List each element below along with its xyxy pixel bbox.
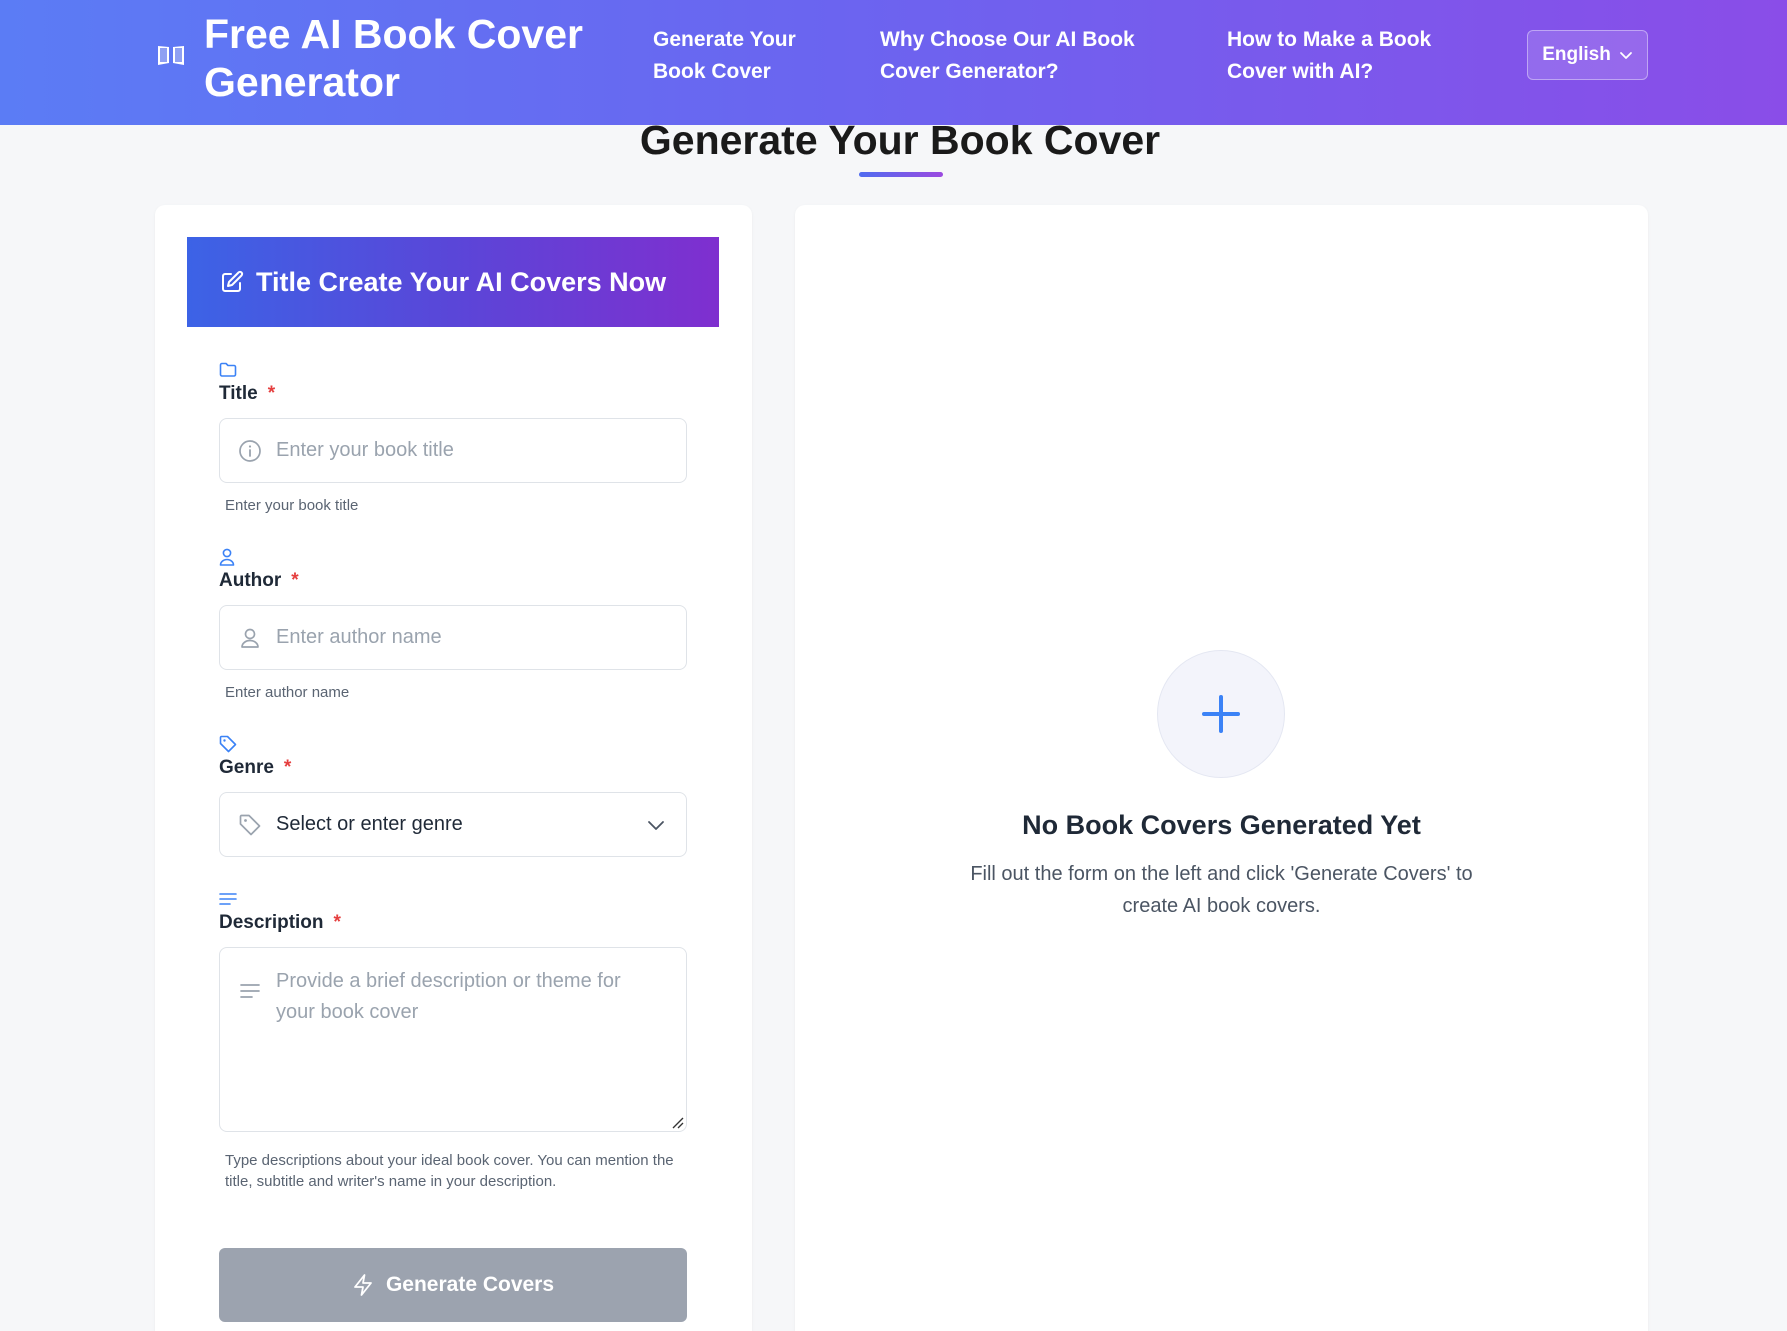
- tag-icon: [239, 814, 261, 835]
- title-label-text: Title: [219, 383, 258, 404]
- preview-card: No Book Covers Generated Yet Fill out th…: [795, 205, 1648, 1331]
- description-help-text: Type descriptions about your ideal book …: [225, 1152, 674, 1190]
- form-banner-title: Title Create Your AI Covers Now: [256, 266, 667, 297]
- required-mark: *: [333, 912, 341, 933]
- description-placeholder: Provide a brief description or theme for…: [276, 970, 621, 1023]
- empty-state-description: Fill out the form on the left and click …: [970, 863, 1473, 917]
- nav-link-why-choose[interactable]: Why Choose Our AI Book Cover Generator?: [880, 24, 1150, 88]
- required-mark: *: [283, 757, 292, 778]
- author-input-placeholder: Enter author name: [276, 626, 442, 648]
- info-icon: [239, 439, 261, 462]
- title-input[interactable]: Enter your book title: [219, 418, 687, 483]
- form-card: Title Create Your AI Covers Now Title * E…: [155, 205, 752, 1331]
- required-mark: *: [267, 383, 276, 404]
- empty-state-title: No Book Covers Generated Yet: [1022, 810, 1421, 840]
- generate-covers-label: Generate Covers: [385, 1273, 555, 1296]
- description-label: Description *: [219, 912, 341, 934]
- title-underline: [859, 172, 943, 177]
- nav-link-how-to[interactable]: How to Make a Book Cover with AI?: [1227, 24, 1467, 88]
- user-icon: [219, 548, 235, 566]
- title-label: Title *: [219, 383, 275, 405]
- add-cover-placeholder[interactable]: [1157, 650, 1285, 778]
- title-help-text: Enter your book title: [225, 497, 359, 514]
- genre-label: Genre *: [219, 757, 291, 779]
- language-select[interactable]: English: [1527, 30, 1648, 80]
- description-textarea[interactable]: Provide a brief description or theme for…: [219, 947, 687, 1132]
- nav-link-generate[interactable]: Generate Your Book Cover: [653, 24, 813, 88]
- genre-label-text: Genre: [219, 757, 274, 778]
- author-label: Author *: [219, 570, 299, 592]
- resize-handle-icon[interactable]: [670, 1115, 684, 1129]
- genre-select-value: Select or enter genre: [276, 813, 463, 835]
- chevron-down-icon: [1619, 52, 1632, 59]
- required-mark: *: [291, 570, 299, 591]
- book-open-icon: [158, 46, 184, 65]
- chevron-down-icon: [648, 820, 664, 830]
- title-input-placeholder: Enter your book title: [276, 439, 454, 461]
- form-banner: Title Create Your AI Covers Now: [187, 237, 719, 327]
- folder-icon: [219, 362, 237, 377]
- align-left-icon: [219, 893, 237, 905]
- tag-icon: [219, 735, 237, 753]
- author-input[interactable]: Enter author name: [219, 605, 687, 670]
- generate-covers-button[interactable]: Generate Covers: [219, 1248, 687, 1322]
- lightning-icon: [354, 1274, 372, 1296]
- site-header: Free AI Book Cover Generator Generate Yo…: [0, 0, 1787, 125]
- language-label: English: [1542, 44, 1611, 65]
- author-help-text: Enter author name: [225, 684, 350, 701]
- edit-icon: [222, 270, 244, 292]
- plus-icon: [1202, 695, 1240, 733]
- author-label-text: Author: [219, 570, 282, 591]
- user-icon: [241, 628, 259, 648]
- logo-text: Free AI Book Cover Generator: [204, 11, 583, 105]
- align-left-icon: [240, 984, 260, 998]
- genre-select[interactable]: Select or enter genre: [219, 792, 687, 857]
- logo[interactable]: Free AI Book Cover Generator: [156, 10, 604, 106]
- description-label-text: Description: [219, 912, 324, 933]
